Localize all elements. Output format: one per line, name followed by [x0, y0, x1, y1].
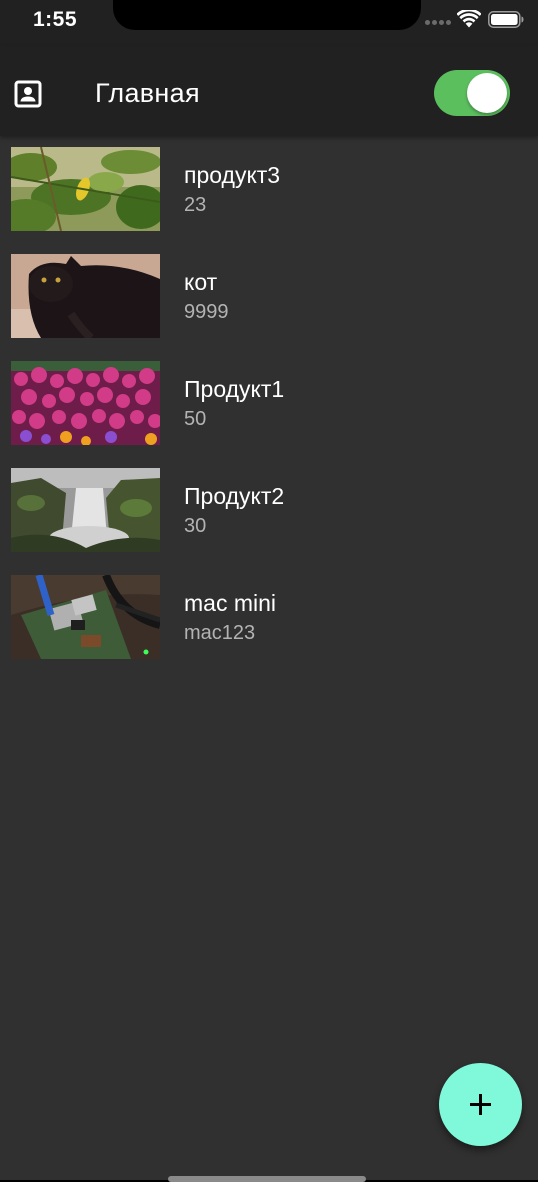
page-title: Главная [95, 78, 200, 108]
black-cat-photo [11, 254, 160, 338]
product-name: продукт3 [184, 162, 281, 188]
product-subtitle: 9999 [184, 301, 229, 323]
circuit-board-photo [11, 575, 160, 659]
product-name: Продукт1 [184, 376, 285, 402]
pink-flowers-photo [11, 361, 160, 445]
toggle-knob [467, 73, 507, 113]
wifi-icon [457, 10, 481, 28]
product-name: Продукт2 [184, 483, 285, 509]
product-name: mac mini [184, 590, 277, 616]
home-screen: 1:55 Главная продукт3 23 кот 9999 Продук… [0, 0, 538, 1182]
product-list-item[interactable]: Продукт2 30 [0, 457, 538, 564]
contact-card-icon[interactable] [14, 80, 42, 108]
add-product-button[interactable] [439, 1063, 522, 1146]
device-notch [113, 0, 421, 30]
product-subtitle: 30 [184, 515, 207, 537]
plus-icon [470, 1094, 491, 1115]
home-indicator[interactable] [168, 1176, 366, 1182]
product-subtitle: 23 [184, 194, 207, 216]
product-list-item[interactable]: продукт3 23 [0, 136, 538, 243]
product-list-item[interactable]: mac mini mac123 [0, 564, 538, 671]
product-list-item[interactable]: кот 9999 [0, 243, 538, 350]
status-bar: 1:55 [0, 0, 538, 46]
theme-toggle-switch[interactable] [434, 70, 510, 116]
product-subtitle: 50 [184, 408, 207, 430]
cellular-signal-icon [425, 20, 451, 26]
waterfall-photo [11, 468, 160, 552]
app-bar: Главная [0, 46, 538, 136]
status-time: 1:55 [33, 8, 78, 31]
product-name: кот [184, 269, 218, 295]
lemon-tree-photo [11, 147, 160, 231]
product-subtitle: mac123 [184, 622, 256, 644]
battery-icon [488, 11, 524, 28]
product-list-item[interactable]: Продукт1 50 [0, 350, 538, 457]
